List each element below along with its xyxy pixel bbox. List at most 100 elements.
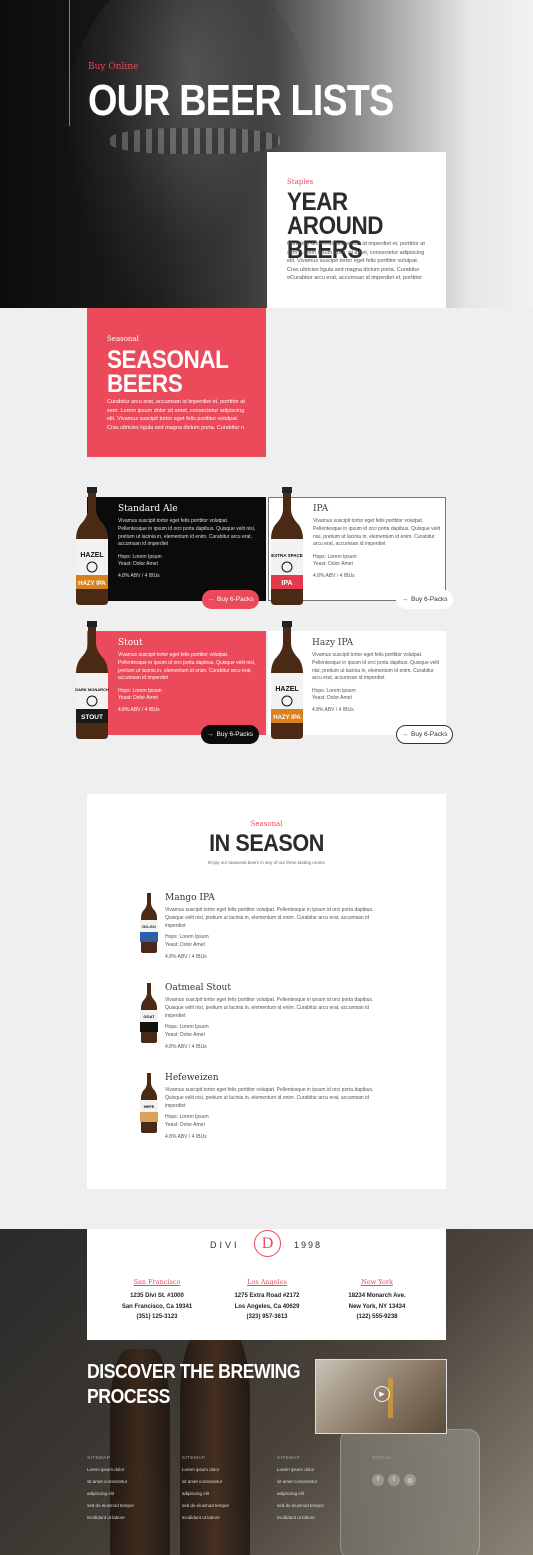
in-season-subtitle: Enjoy our seasonal beers in any of our t… xyxy=(208,860,325,865)
arrow-right-icon: → xyxy=(207,731,214,738)
location-city-link[interactable]: San Francisco xyxy=(107,1278,207,1286)
footer-column-title: SITEMAP xyxy=(87,1455,111,1460)
bottle-label-bottom: HAZY IPA xyxy=(78,581,106,587)
beer-abv: 4.8% ABV / 4 IBUs xyxy=(165,1134,207,1140)
twitter-icon[interactable]: t xyxy=(388,1474,400,1486)
footer-column: SITEMAP Lorem ipsum dolor sit amet conse… xyxy=(182,1455,229,1524)
beer-bottle-image: GOAT xyxy=(140,983,158,1043)
discover-heading: DISCOVER THE BREWING PROCESS xyxy=(87,1360,301,1410)
bottle-label-top: HAZEL xyxy=(275,686,299,693)
button-label: Buy 6-Packs xyxy=(217,596,254,603)
beer-hops: Hops: Lorem Ipsum xyxy=(165,934,209,940)
footer-link[interactable]: incididunt ut labore xyxy=(277,1512,324,1524)
discover-line2: PROCESS xyxy=(87,1386,170,1408)
instagram-icon[interactable]: ◎ xyxy=(404,1474,416,1486)
hero-bottle-cap xyxy=(110,128,280,154)
location-street: 18234 Monarch Ave. xyxy=(348,1293,406,1299)
beer-abv: 4.8% ABV / 4 IBUs xyxy=(118,573,160,579)
footer-link[interactable]: sed do eiusmod tempor xyxy=(182,1500,229,1512)
bottle-label: GOAT xyxy=(143,1014,155,1019)
beer-hops: Hops: Lorem Ipsum xyxy=(165,1114,209,1120)
footer-link[interactable]: adipiscing elit xyxy=(182,1488,229,1500)
beer-bottle-image: HAZEL HAZY IPA xyxy=(271,621,303,739)
staples-eyebrow: Staples xyxy=(287,178,314,186)
buy-6-packs-button[interactable]: → Buy 6-Packs xyxy=(396,725,453,744)
bottle-label: GO-GO xyxy=(142,924,156,929)
bottle-label-bottom: IPA xyxy=(281,580,292,587)
hero-section: Buy Online OUR BEER LISTS Staples YEAR A… xyxy=(0,0,533,308)
location-sf: San Francisco 1235 Divi St. #1000 San Fr… xyxy=(107,1278,207,1323)
seasonal-card: Seasonal SEASONAL BEERS Curabitur arcu e… xyxy=(87,308,266,457)
buy-6-packs-button[interactable]: → Buy 6-Packs xyxy=(201,725,259,744)
seasonal-eyebrow: Seasonal xyxy=(107,335,139,343)
footer-column: SITEMAP Lorem ipsum dolor sit amet conse… xyxy=(277,1455,324,1524)
beer-abv: 4.8% ABV / 4 IBUs xyxy=(312,707,354,713)
footer-link[interactable]: Lorem ipsum dolor xyxy=(277,1464,324,1476)
page-title: OUR BEER LISTS xyxy=(88,76,394,125)
footer-link[interactable]: sit amet consectetur xyxy=(277,1476,324,1488)
footer-link[interactable]: sed do eiusmod tempor xyxy=(277,1500,324,1512)
bottle-label-top: DARK MONARCH xyxy=(75,687,109,692)
footer-link[interactable]: adipiscing elit xyxy=(87,1488,134,1500)
beer-bottle-image: HEFE xyxy=(140,1073,158,1133)
beer-yeast: Yeast: Dolor Amet xyxy=(165,1122,205,1128)
location-phone: (323) 957-3613 xyxy=(246,1314,288,1320)
footer-link[interactable]: incididunt ut labore xyxy=(182,1512,229,1524)
beer-abv: 4.8% ABV / 4 IBUs xyxy=(165,954,207,960)
beer-description: Vivamus suscipit tortor eget felis portt… xyxy=(165,997,374,1019)
in-season-title: IN SEASON xyxy=(209,830,324,857)
video-thumbnail[interactable]: ▶ xyxy=(315,1359,447,1434)
footer-link[interactable]: sit amet consectetur xyxy=(182,1476,229,1488)
beer-bottle-image: DARK MONARCH STOUT xyxy=(75,621,109,739)
bottle-label-top: EXTRA SPACE xyxy=(271,553,303,558)
in-season-item: GO-GO Mango IPA Vivamus suscipit tortor … xyxy=(139,892,389,972)
beer-abv: 4.8% ABV / 4 IBUs xyxy=(313,573,355,579)
staples-title-line1: YEAR AROUND xyxy=(287,188,384,240)
hero-eyebrow: Buy Online xyxy=(88,62,139,72)
beer-yeast: Yeast: Dolor Amet xyxy=(165,1032,205,1038)
in-season-eyebrow: Seasonal xyxy=(250,820,283,828)
brand-right: 1998 xyxy=(294,1240,323,1250)
location-city-link[interactable]: Los Angeles xyxy=(217,1278,317,1286)
beer-name: Stout xyxy=(118,638,143,648)
beer-yeast: Yeast: Dolor Amet xyxy=(312,695,352,701)
play-icon[interactable]: ▶ xyxy=(374,1386,390,1402)
button-label: Buy 6-Packs xyxy=(411,731,448,738)
beer-card-stout: Stout Vivamus suscipit tortor eget felis… xyxy=(87,631,266,735)
location-phone: (122) 555-9238 xyxy=(356,1314,398,1320)
staples-card: Staples YEAR AROUND BEERS Curabitur arcu… xyxy=(267,152,446,308)
beer-name: Hazy IPA xyxy=(312,638,354,648)
beer-description: Vivamus suscipit tortor eget felis portt… xyxy=(118,652,256,682)
in-season-section: Seasonal IN SEASON Enjoy our seasonal be… xyxy=(87,794,446,1189)
seasonal-title-line1: SEASONAL xyxy=(107,346,229,374)
beer-name: Standard Ale xyxy=(118,504,178,514)
location-city-link[interactable]: New York xyxy=(327,1278,427,1286)
beer-name: IPA xyxy=(313,504,329,514)
footer-link[interactable]: sed do eiusmod tempor xyxy=(87,1500,134,1512)
buy-6-packs-button[interactable]: → Buy 6-Packs xyxy=(202,590,259,609)
location-ny: New York 18234 Monarch Ave. New York, NY… xyxy=(327,1278,427,1323)
footer-social: SOCIAL f t ◎ xyxy=(372,1455,416,1486)
brand-left: DIVI xyxy=(210,1240,240,1250)
seasonal-text: Curabitur arcu erat, accumsan id imperdi… xyxy=(107,399,245,431)
beer-abv: 4.8% ABV / 4 IBUs xyxy=(118,707,160,713)
footer-link[interactable]: sit amet consectetur xyxy=(87,1476,134,1488)
facebook-icon[interactable]: f xyxy=(372,1474,384,1486)
footer-link[interactable]: incididunt ut labore xyxy=(87,1512,134,1524)
beer-hops: Hops: Lorem Ipsum xyxy=(165,1024,209,1030)
in-season-item: GOAT Oatmeal Stout Vivamus suscipit tort… xyxy=(139,982,389,1062)
arrow-right-icon: → xyxy=(401,596,409,603)
footer-link[interactable]: Lorem ipsum dolor xyxy=(182,1464,229,1476)
footer-link[interactable]: Lorem ipsum dolor xyxy=(87,1464,134,1476)
footer-link[interactable]: adipiscing elit xyxy=(277,1488,324,1500)
beer-yeast: Yeast: Dolor Amet xyxy=(118,695,158,701)
bottle-label: HEFE xyxy=(144,1104,155,1109)
beer-bottle-image: EXTRA SPACE IPA xyxy=(271,487,303,605)
beer-card-standard-ale: Standard Ale Vivamus suscipit tortor ege… xyxy=(87,497,266,601)
location-region: San Francisco, Ca 19341 xyxy=(121,1303,193,1310)
footer-section: DIVI D 1998 San Francisco 1235 Divi St. … xyxy=(0,1229,533,1555)
buy-6-packs-button[interactable]: → Buy 6-Packs xyxy=(396,590,453,609)
footer-column-title: SITEMAP xyxy=(277,1455,301,1460)
beer-description: Vivamus suscipit tortor eget felis portt… xyxy=(118,518,256,548)
location-street: 1275 Extra Road #2172 xyxy=(234,1293,300,1299)
